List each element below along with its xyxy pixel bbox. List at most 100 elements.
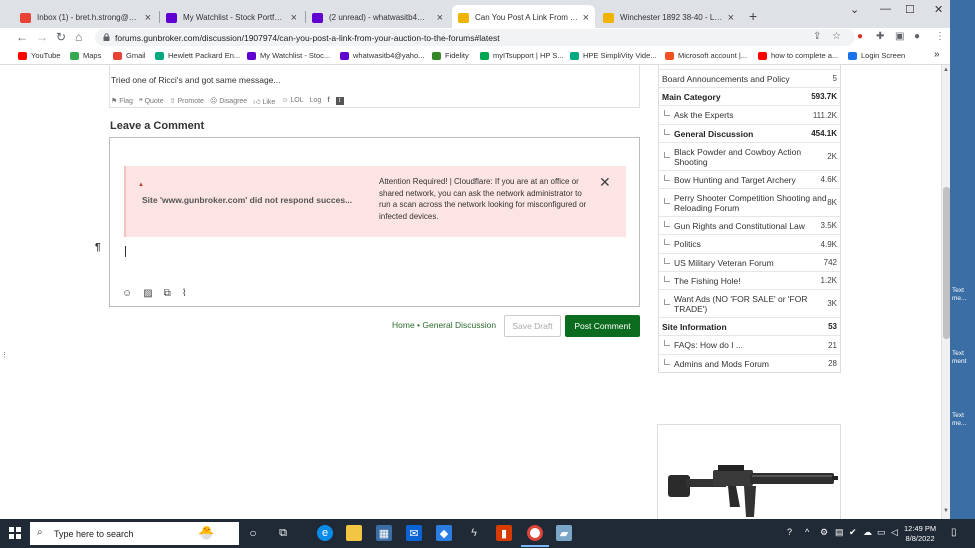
- bookmark-item[interactable]: My Watchlist - Stoc...: [247, 51, 330, 60]
- close-tab-icon[interactable]: ×: [437, 12, 443, 24]
- category-row[interactable]: Black Powder and Cowboy Action Shooting 2…: [659, 142, 840, 170]
- file-explorer-icon[interactable]: [346, 525, 362, 541]
- close-tab-icon[interactable]: ×: [728, 12, 734, 24]
- windows-start-icon[interactable]: [9, 527, 21, 539]
- bookmark-item[interactable]: Hewlett Packard En...: [155, 51, 240, 60]
- category-row[interactable]: Site Information 53: [659, 317, 840, 335]
- breadcrumb-category[interactable]: General Discussion: [422, 320, 496, 330]
- close-window-button[interactable]: ✕: [934, 3, 943, 16]
- browser-tab[interactable]: Winchester 1892 38-40 - Lever A ×: [597, 5, 740, 30]
- paragraph-icon[interactable]: ¶: [95, 242, 101, 253]
- bookmark-item[interactable]: HPE SimpliVity Vide...: [570, 51, 657, 60]
- chrome-icon[interactable]: [527, 525, 543, 541]
- scroll-up-icon[interactable]: ▲: [943, 67, 949, 73]
- embed-icon[interactable]: ⧉: [164, 288, 171, 299]
- minimize-button[interactable]: —: [880, 3, 891, 15]
- bookmark-item[interactable]: Maps: [70, 51, 101, 60]
- comment-editor[interactable]: ▲ Site 'www.gunbroker.com' did not respo…: [109, 137, 640, 307]
- reaction-flag[interactable]: ⚑ Flag: [111, 97, 133, 106]
- desktop-shortcut-3[interactable]: Text me...: [952, 412, 975, 428]
- volume-icon[interactable]: ◁: [891, 527, 898, 538]
- desktop-shortcut-1[interactable]: Text me...: [952, 287, 975, 303]
- desktop-shortcut-2[interactable]: Text ment: [952, 350, 975, 366]
- emoji-icon[interactable]: ☺: [122, 288, 132, 299]
- breadcrumb-home[interactable]: Home: [392, 320, 415, 330]
- reaction-lol[interactable]: ☺ LOL: [281, 97, 303, 106]
- task-view-icon[interactable]: ⧉: [275, 525, 291, 541]
- page-scrollbar[interactable]: ▲ ▼: [941, 65, 950, 519]
- system-clock[interactable]: 12:49 PM 8/8/2022: [904, 524, 936, 544]
- category-row[interactable]: Bow Hunting and Target Archery 4.6K: [659, 170, 840, 188]
- reaction-log[interactable]: Log: [310, 97, 322, 106]
- address-bar[interactable]: forums.gunbroker.com/discussion/1907974/…: [95, 29, 855, 46]
- reaction-disagree[interactable]: ☹ Disagree: [210, 97, 247, 106]
- category-row[interactable]: Ask the Experts 111.2K: [659, 105, 840, 124]
- twitter-icon[interactable]: t: [335, 97, 344, 105]
- category-row[interactable]: US Military Veteran Forum 742: [659, 253, 840, 271]
- office-icon[interactable]: ▮: [496, 525, 512, 541]
- scrollbar-thumb[interactable]: [943, 187, 950, 339]
- category-row[interactable]: The Fishing Hole! 1.2K: [659, 271, 840, 289]
- back-icon[interactable]: ←: [16, 30, 28, 44]
- close-tab-icon[interactable]: ×: [583, 12, 589, 24]
- bookmark-item[interactable]: how to complete a...: [758, 51, 838, 60]
- browser-tab[interactable]: (2 unread) - whatwasitb4@yahoo ×: [306, 5, 449, 30]
- category-row[interactable]: General Discussion 454.1K: [659, 124, 840, 142]
- tray-app-icon-3[interactable]: ✔: [849, 527, 857, 538]
- ad-banner[interactable]: [657, 424, 841, 519]
- category-row[interactable]: Admins and Mods Forum 28: [659, 354, 840, 372]
- category-row[interactable]: FAQs: How do I ... 21: [659, 335, 840, 354]
- maximize-button[interactable]: ☐: [905, 3, 915, 16]
- close-icon[interactable]: ✕: [599, 174, 611, 191]
- scroll-down-icon[interactable]: ▼: [943, 508, 949, 514]
- bookmark-item[interactable]: Microsoft account |...: [665, 51, 747, 60]
- category-row[interactable]: Perry Shooter Competition Shooting and R…: [659, 188, 840, 216]
- facebook-icon[interactable]: f: [327, 97, 329, 106]
- reaction-like[interactable]: 👍︎ Like: [253, 97, 275, 106]
- dropbox-icon[interactable]: ◆: [436, 525, 452, 541]
- edge-icon[interactable]: e: [317, 525, 333, 541]
- save-draft-button[interactable]: Save Draft: [504, 315, 561, 337]
- category-row[interactable]: Want Ads (NO 'FOR SALE' or 'FOR TRADE') 3…: [659, 289, 840, 317]
- menu-icon[interactable]: ⋮: [935, 31, 945, 42]
- bookmark-star-icon[interactable]: ☆: [832, 31, 841, 42]
- category-row[interactable]: Main Category 593.7K: [659, 87, 840, 105]
- mail-icon[interactable]: ✉: [406, 525, 422, 541]
- store-icon[interactable]: ▦: [376, 525, 392, 541]
- bookmark-item[interactable]: Login Screen: [848, 51, 905, 60]
- profile-icon[interactable]: ●: [914, 31, 920, 42]
- attachment-icon[interactable]: ⌇: [182, 288, 187, 299]
- bookmark-item[interactable]: whatwasitb4@yaho...: [340, 51, 424, 60]
- browser-tab[interactable]: Inbox (1) - bret.h.strong@gmail.c ×: [14, 5, 157, 30]
- cortana-icon[interactable]: ○: [245, 525, 261, 541]
- tab-search-icon[interactable]: ⌄: [850, 3, 859, 16]
- tray-app-icon-2[interactable]: ▤: [835, 527, 844, 538]
- notifications-icon[interactable]: ▯: [951, 527, 957, 538]
- bookmark-item[interactable]: YouTube: [18, 51, 60, 60]
- cloud-icon[interactable]: ☁: [863, 527, 872, 538]
- browser-tab[interactable]: My Watchlist - Stock Portfolio & ×: [160, 5, 303, 30]
- remote-desktop-icon[interactable]: ▰: [556, 525, 572, 541]
- reaction-promote[interactable]: ⇧ Promote: [170, 97, 204, 106]
- bookmarks-overflow-icon[interactable]: »: [934, 49, 940, 60]
- close-tab-icon[interactable]: ×: [291, 12, 297, 24]
- show-hidden-icons[interactable]: ^: [805, 527, 809, 537]
- category-row[interactable]: Politics 4.9K: [659, 234, 840, 253]
- app-icon[interactable]: ϟ: [466, 525, 482, 541]
- category-row[interactable]: Board Announcements and Policy 5: [659, 69, 840, 87]
- search-highlight-icon[interactable]: 🐣: [198, 525, 214, 541]
- bookmark-item[interactable]: Gmail: [113, 51, 146, 60]
- tray-app-icon-1[interactable]: ⚙: [820, 527, 828, 538]
- reaction-quote[interactable]: ❝ Quote: [139, 97, 164, 106]
- image-icon[interactable]: ▨: [143, 288, 152, 299]
- help-icon[interactable]: ?: [787, 527, 792, 537]
- reload-icon[interactable]: ↻: [56, 30, 66, 44]
- power-icon[interactable]: ▭: [877, 527, 886, 538]
- extension-icon[interactable]: ●: [857, 31, 863, 42]
- forward-icon[interactable]: →: [36, 30, 48, 44]
- new-tab-button[interactable]: +: [749, 8, 757, 24]
- taskbar-search[interactable]: ⌕ Type here to search 🐣: [30, 522, 239, 545]
- home-icon[interactable]: ⌂: [75, 30, 82, 44]
- bookmark-item[interactable]: myITsupport | HP S...: [480, 51, 564, 60]
- browser-tab[interactable]: Can You Post A Link From Your A ×: [452, 5, 595, 30]
